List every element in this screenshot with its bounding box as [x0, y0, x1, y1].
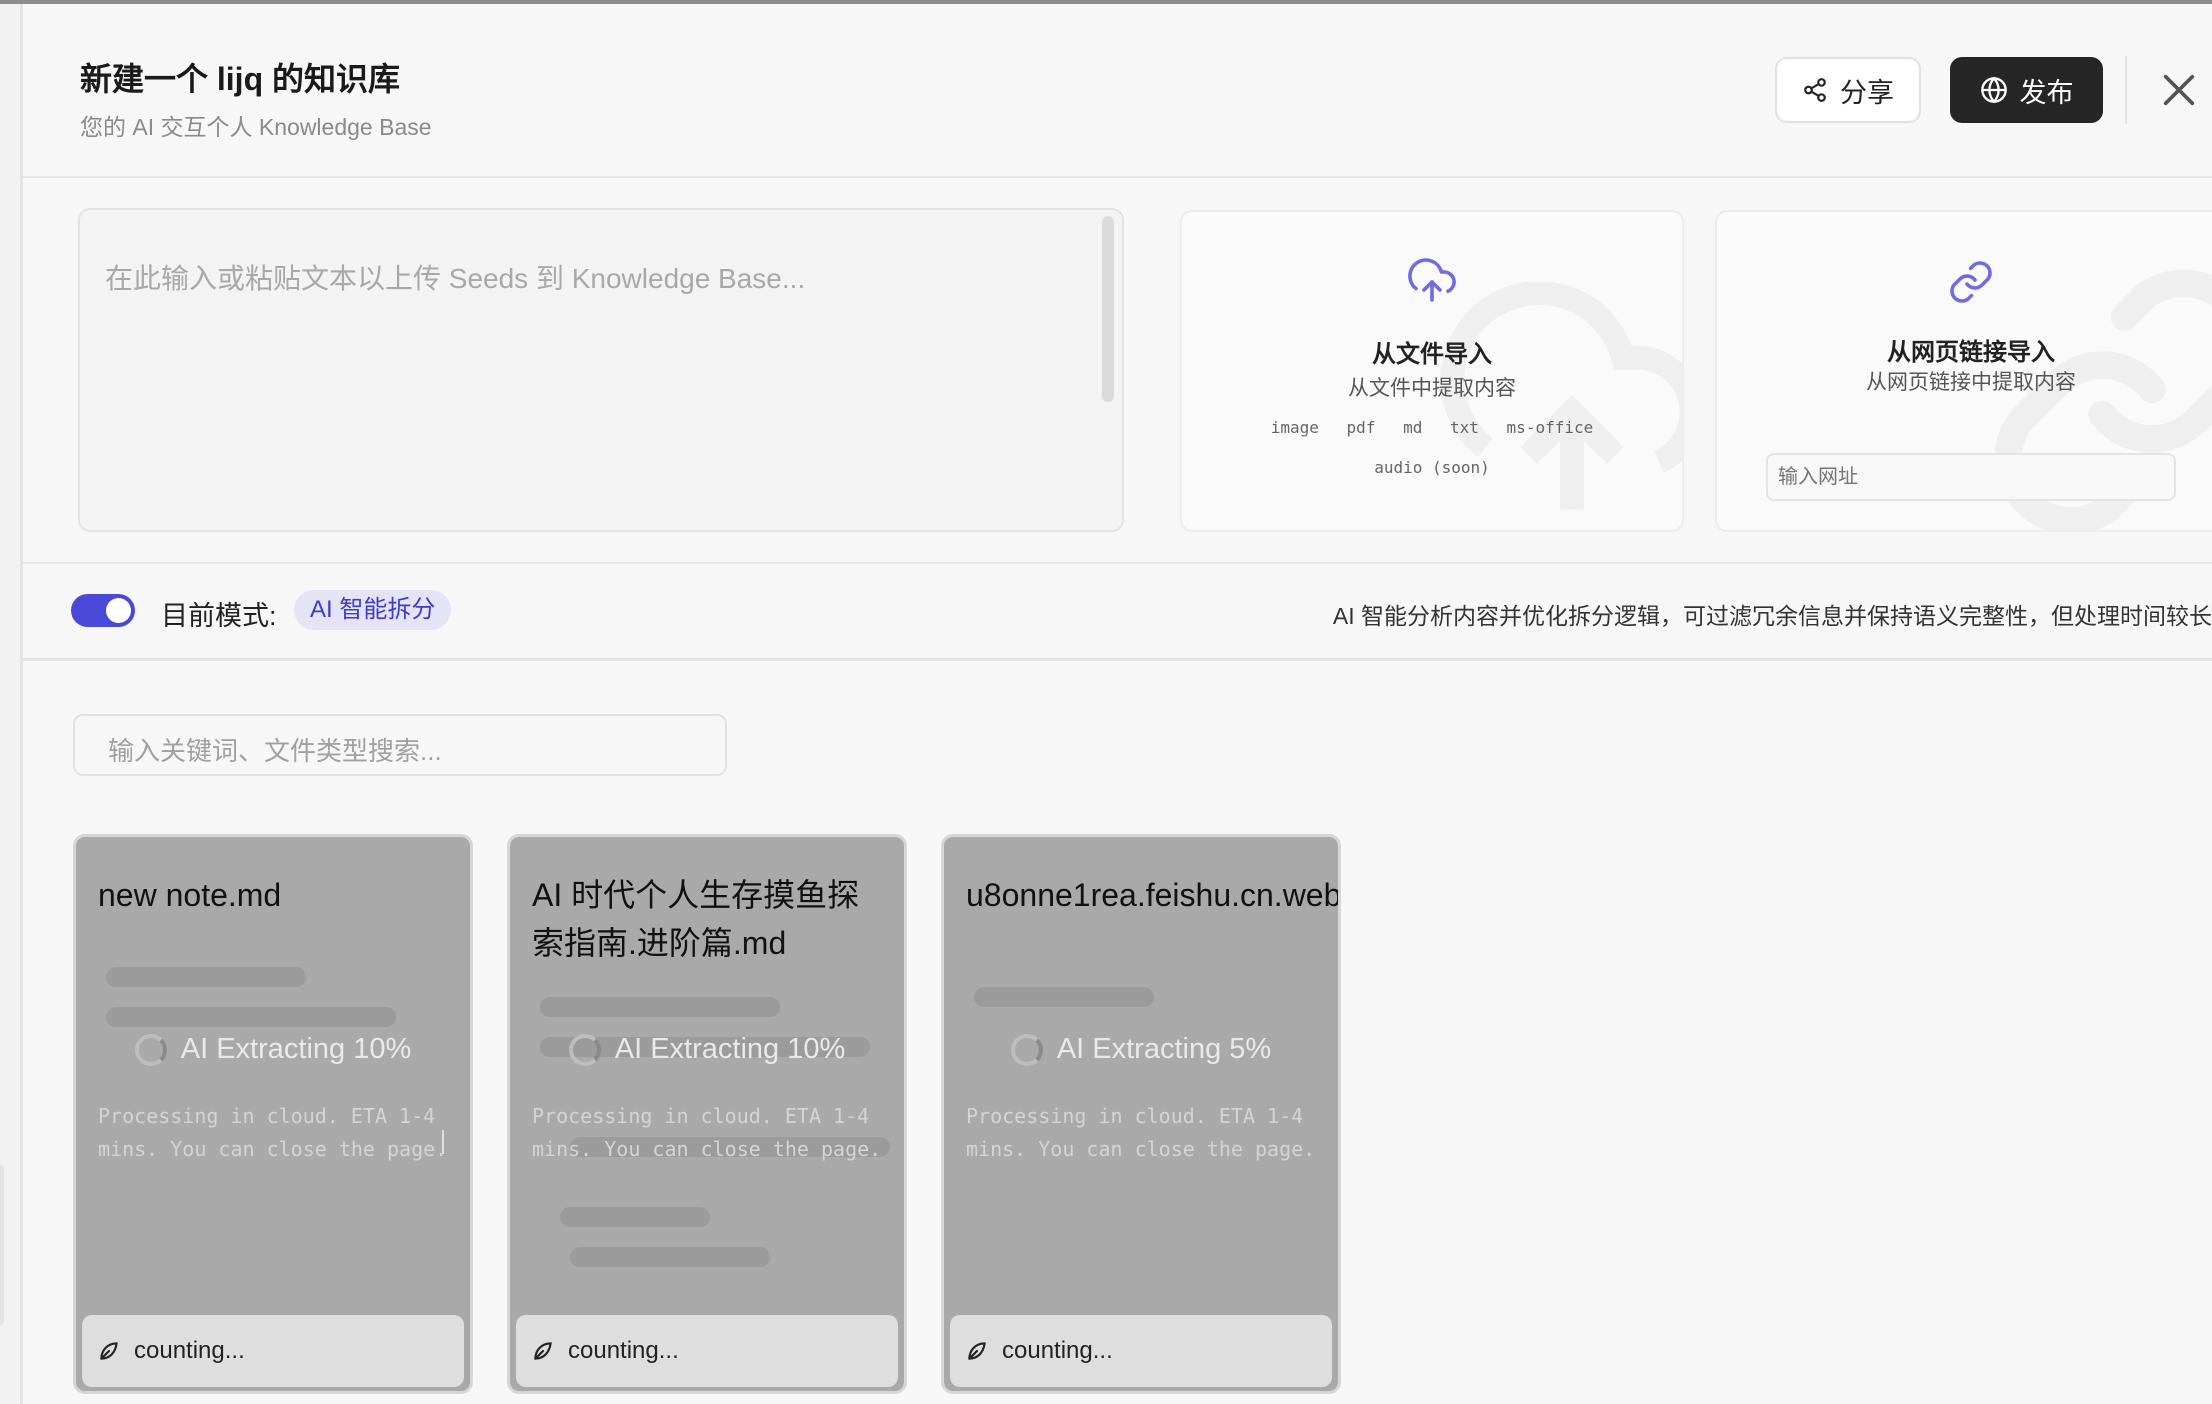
link-icon [1950, 261, 1992, 303]
processing-note: Processing in cloud. ETA 1-4 mins. You c… [532, 1104, 882, 1161]
document-title: AI 时代个人生存摸鱼探索指南.进阶篇.md [532, 877, 860, 961]
blurred-preview-line [974, 987, 1154, 1007]
mode-toggle[interactable] [71, 594, 135, 627]
panel-header: 新建一个 lijq 的知识库 您的 AI 交互个人 Knowledge Base… [23, 4, 2212, 178]
close-icon[interactable] [2159, 70, 2199, 110]
search-placeholder: 输入关键词、文件类型搜索... [108, 736, 442, 766]
document-footer: counting... [950, 1315, 1332, 1387]
processing-note: Processing in cloud. ETA 1-4 mins. You c… [966, 1104, 1316, 1161]
file-import-title: 从文件导入 [1372, 341, 1492, 368]
globe-icon [1980, 76, 2007, 104]
document-footer: counting... [516, 1315, 898, 1387]
page-title: 新建一个 lijq 的知识库 [80, 61, 401, 97]
blurred-preview-line [106, 1007, 396, 1027]
seed-icon [534, 1342, 552, 1360]
loading-spinner-icon [134, 1033, 167, 1066]
cloud-upload-watermark-icon [1440, 282, 1682, 510]
mode-toggle-knob [106, 598, 131, 623]
extraction-status: AI Extracting 5% [944, 1033, 1338, 1066]
file-type-tag: image [1270, 418, 1319, 437]
blurred-preview-line [106, 967, 306, 987]
text-input-scrollbar[interactable] [1102, 216, 1114, 402]
mode-description: AI 智能分析内容并优化拆分逻辑，可过滤冗余信息并保持语义完整性，但处理时间较长 [1332, 603, 2212, 629]
share-button[interactable]: 分享 [1775, 57, 1921, 123]
file-type-tag: md [1403, 418, 1423, 437]
page-subtitle: 您的 AI 交互个人 Knowledge Base [80, 114, 432, 140]
split-mode-bar: 目前模式: AI 智能拆分 AI 智能分析内容并优化拆分逻辑，可过滤冗余信息并保… [23, 562, 2212, 661]
token-count: counting... [568, 1337, 679, 1364]
mode-label: 目前模式: [161, 601, 277, 631]
extraction-status: AI Extracting 10% [510, 1033, 904, 1066]
file-type-tag: txt [1450, 418, 1479, 437]
seed-text-input[interactable]: 在此输入或粘贴文本以上传 Seeds 到 Knowledge Base... [78, 208, 1124, 532]
document-card[interactable]: new note.md AI Extracting 10% Processing… [73, 834, 473, 1394]
cloud-upload-icon [1408, 258, 1456, 302]
search-input[interactable]: 输入关键词、文件类型搜索... [73, 714, 727, 776]
publish-button[interactable]: 发布 [1950, 57, 2103, 123]
file-type-soon: audio (soon) [1374, 458, 1490, 477]
share-icon [1804, 78, 1826, 102]
document-footer: counting... [82, 1315, 464, 1387]
publish-button-label: 发布 [2019, 77, 2074, 108]
token-count: counting... [134, 1337, 245, 1364]
extraction-status-text: AI Extracting 10% [180, 1033, 412, 1065]
url-input[interactable] [1766, 453, 2176, 501]
blurred-preview-line [570, 1247, 770, 1267]
extraction-status-text: AI Extracting 5% [1056, 1033, 1272, 1065]
extraction-status: AI Extracting 10% [76, 1033, 470, 1066]
extraction-status-text: AI Extracting 10% [614, 1033, 846, 1065]
left-rail-handle[interactable] [0, 1165, 4, 1325]
share-button-label: 分享 [1840, 77, 1894, 108]
token-count: counting... [1002, 1337, 1113, 1364]
seed-text-placeholder: 在此输入或粘贴文本以上传 Seeds 到 Knowledge Base... [105, 263, 806, 294]
document-title: new note.md [98, 877, 282, 913]
loading-spinner-icon [568, 1033, 601, 1066]
header-divider [2125, 56, 2127, 124]
document-card[interactable]: u8onne1rea.feishu.cn.webpage AI Extracti… [941, 834, 1341, 1394]
blurred-preview-line [560, 1207, 710, 1227]
file-type-tag: ms-office [1506, 418, 1594, 437]
file-import-card[interactable]: 从文件导入 从文件中提取内容 image pdf md txt ms-offic… [1180, 210, 1684, 532]
file-type-list: image pdf md txt ms-office [1182, 418, 1682, 437]
blurred-preview-line [540, 997, 780, 1017]
mode-badge: AI 智能拆分 [294, 590, 452, 630]
seed-icon [968, 1342, 986, 1360]
url-import-subtitle: 从网页链接中提取内容 [1866, 371, 2076, 394]
seed-icon [100, 1342, 118, 1360]
processing-note: Processing in cloud. ETA 1-4 mins. You c… [98, 1104, 448, 1161]
url-import-title: 从网页链接导入 [1887, 339, 2055, 366]
document-title: u8onne1rea.feishu.cn.webpage [966, 877, 1341, 913]
document-card[interactable]: AI 时代个人生存摸鱼探索指南.进阶篇.md AI Extracting 10%… [507, 834, 907, 1394]
file-import-subtitle: 从文件中提取内容 [1348, 377, 1516, 400]
text-caret [442, 1130, 444, 1154]
url-import-card: 从网页链接导入 从网页链接中提取内容 [1715, 210, 2212, 532]
loading-spinner-icon [1010, 1033, 1043, 1066]
knowledge-base-panel: 新建一个 lijq 的知识库 您的 AI 交互个人 Knowledge Base… [23, 4, 2212, 1404]
file-type-tag: pdf [1346, 418, 1376, 437]
